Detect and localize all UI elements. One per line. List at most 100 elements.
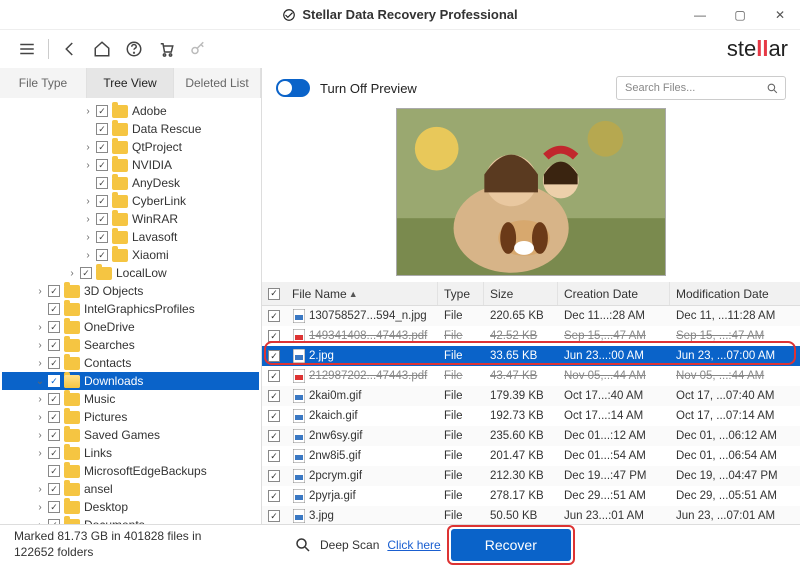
recover-button[interactable]: Recover — [451, 529, 571, 561]
tree-checkbox[interactable]: ✓ — [96, 105, 108, 117]
tree-node[interactable]: ›✓Saved Games — [2, 426, 259, 444]
file-checkbox[interactable]: ✓ — [268, 350, 280, 362]
expand-icon[interactable]: › — [82, 250, 94, 261]
tab-tree-view[interactable]: Tree View — [87, 68, 174, 98]
tree-checkbox[interactable]: ✓ — [96, 141, 108, 153]
expand-icon[interactable]: › — [34, 430, 46, 441]
expand-icon[interactable]: › — [34, 340, 46, 351]
tree-node[interactable]: ›✓NVIDIA — [2, 156, 259, 174]
file-row[interactable]: ✓2kaich.gifFile192.73 KBOct 17...:14 AMO… — [262, 406, 800, 426]
expand-icon[interactable]: › — [66, 268, 78, 279]
folder-tree[interactable]: ›✓Adobe✓Data Rescue›✓QtProject›✓NVIDIA✓A… — [0, 98, 261, 524]
tree-node[interactable]: ›✓Links — [2, 444, 259, 462]
tree-node[interactable]: ›✓3D Objects — [2, 282, 259, 300]
tree-checkbox[interactable]: ✓ — [48, 501, 60, 513]
file-list[interactable]: ✓130758527...594_n.jpgFile220.65 KBDec 1… — [262, 306, 800, 524]
tree-checkbox[interactable]: ✓ — [96, 177, 108, 189]
file-row[interactable]: ✓2.jpgFile33.65 KBJun 23...:00 AMJun 23,… — [262, 346, 800, 366]
tree-checkbox[interactable]: ✓ — [96, 123, 108, 135]
tree-checkbox[interactable]: ✓ — [48, 375, 60, 387]
cart-icon[interactable] — [151, 34, 181, 64]
tree-checkbox[interactable]: ✓ — [80, 267, 92, 279]
tree-checkbox[interactable]: ✓ — [96, 213, 108, 225]
tree-checkbox[interactable]: ✓ — [48, 447, 60, 459]
tree-checkbox[interactable]: ✓ — [48, 321, 60, 333]
tree-node[interactable]: ›✓Desktop — [2, 498, 259, 516]
expand-icon[interactable]: › — [34, 448, 46, 459]
file-row[interactable]: ✓2pyrja.gifFile278.17 KBDec 29...:51 AMD… — [262, 486, 800, 506]
expand-icon[interactable]: › — [34, 394, 46, 405]
tree-node[interactable]: ›✓Lavasoft — [2, 228, 259, 246]
tree-node[interactable]: ›✓CyberLink — [2, 192, 259, 210]
tree-node[interactable]: ›✓WinRAR — [2, 210, 259, 228]
expand-icon[interactable]: › — [82, 196, 94, 207]
select-all-checkbox[interactable]: ✓ — [268, 288, 280, 300]
tree-node[interactable]: ›✓Searches — [2, 336, 259, 354]
file-checkbox[interactable]: ✓ — [268, 310, 280, 322]
expand-icon[interactable]: ⌄ — [34, 376, 46, 387]
tree-checkbox[interactable]: ✓ — [48, 465, 60, 477]
tree-node[interactable]: ›✓Contacts — [2, 354, 259, 372]
menu-icon[interactable] — [12, 34, 42, 64]
file-checkbox[interactable]: ✓ — [268, 510, 280, 522]
expand-icon[interactable]: › — [34, 286, 46, 297]
tree-node[interactable]: ✓IntelGraphicsProfiles — [2, 300, 259, 318]
tree-node[interactable]: ›✓Music — [2, 390, 259, 408]
tree-checkbox[interactable]: ✓ — [48, 285, 60, 297]
tree-node[interactable]: ›✓Adobe — [2, 102, 259, 120]
tree-checkbox[interactable]: ✓ — [48, 357, 60, 369]
file-checkbox[interactable]: ✓ — [268, 490, 280, 502]
expand-icon[interactable]: › — [82, 232, 94, 243]
tree-checkbox[interactable]: ✓ — [48, 411, 60, 423]
file-checkbox[interactable]: ✓ — [268, 470, 280, 482]
col-modification-date[interactable]: Modification Date — [670, 282, 800, 305]
help-icon[interactable] — [119, 34, 149, 64]
tree-checkbox[interactable]: ✓ — [48, 303, 60, 315]
tree-node[interactable]: ›✓Xiaomi — [2, 246, 259, 264]
file-checkbox[interactable]: ✓ — [268, 330, 280, 342]
col-creation-date[interactable]: Creation Date — [558, 282, 670, 305]
file-row[interactable]: ✓3.jpgFile50.50 KBJun 23...:01 AMJun 23,… — [262, 506, 800, 524]
file-checkbox[interactable]: ✓ — [268, 390, 280, 402]
search-input[interactable]: Search Files... — [616, 76, 786, 100]
tree-checkbox[interactable]: ✓ — [96, 249, 108, 261]
tree-node[interactable]: ✓AnyDesk — [2, 174, 259, 192]
file-row[interactable]: ✓149341408...47443.pdfFile42.52 KBSep 15… — [262, 326, 800, 346]
expand-icon[interactable]: › — [82, 142, 94, 153]
expand-icon[interactable]: › — [82, 214, 94, 225]
tree-node[interactable]: ›✓OneDrive — [2, 318, 259, 336]
tab-file-type[interactable]: File Type — [0, 68, 87, 98]
file-row[interactable]: ✓2nw8i5.gifFile201.47 KBDec 01...:54 AMD… — [262, 446, 800, 466]
expand-icon[interactable]: › — [82, 106, 94, 117]
file-row[interactable]: ✓212987202...47443.pdfFile43.47 KBNov 05… — [262, 366, 800, 386]
minimize-button[interactable]: — — [680, 0, 720, 30]
expand-icon[interactable]: › — [34, 484, 46, 495]
file-checkbox[interactable]: ✓ — [268, 370, 280, 382]
back-icon[interactable] — [55, 34, 85, 64]
tree-node[interactable]: ›✓Documents — [2, 516, 259, 524]
tree-node[interactable]: ›✓Pictures — [2, 408, 259, 426]
file-row[interactable]: ✓2pcrym.gifFile212.30 KBDec 19...:47 PMD… — [262, 466, 800, 486]
tree-checkbox[interactable]: ✓ — [96, 159, 108, 171]
key-icon[interactable] — [183, 34, 213, 64]
close-button[interactable]: ✕ — [760, 0, 800, 30]
tree-node[interactable]: ⌄✓Downloads — [2, 372, 259, 390]
file-row[interactable]: ✓130758527...594_n.jpgFile220.65 KBDec 1… — [262, 306, 800, 326]
tree-node[interactable]: ✓MicrosoftEdgeBackups — [2, 462, 259, 480]
tree-checkbox[interactable]: ✓ — [96, 231, 108, 243]
expand-icon[interactable]: › — [82, 160, 94, 171]
file-checkbox[interactable]: ✓ — [268, 410, 280, 422]
file-row[interactable]: ✓2nw6sy.gifFile235.60 KBDec 01...:12 AMD… — [262, 426, 800, 446]
file-checkbox[interactable]: ✓ — [268, 450, 280, 462]
tree-node[interactable]: ›✓ansel — [2, 480, 259, 498]
expand-icon[interactable]: › — [34, 412, 46, 423]
tree-node[interactable]: ✓Data Rescue — [2, 120, 259, 138]
tree-checkbox[interactable]: ✓ — [48, 339, 60, 351]
tree-checkbox[interactable]: ✓ — [96, 195, 108, 207]
tree-node[interactable]: ›✓QtProject — [2, 138, 259, 156]
tree-checkbox[interactable]: ✓ — [48, 393, 60, 405]
expand-icon[interactable]: › — [34, 358, 46, 369]
file-row[interactable]: ✓2kai0m.gifFile179.39 KBOct 17...:40 AMO… — [262, 386, 800, 406]
expand-icon[interactable]: › — [34, 322, 46, 333]
col-file-name[interactable]: File Name — [292, 287, 347, 301]
